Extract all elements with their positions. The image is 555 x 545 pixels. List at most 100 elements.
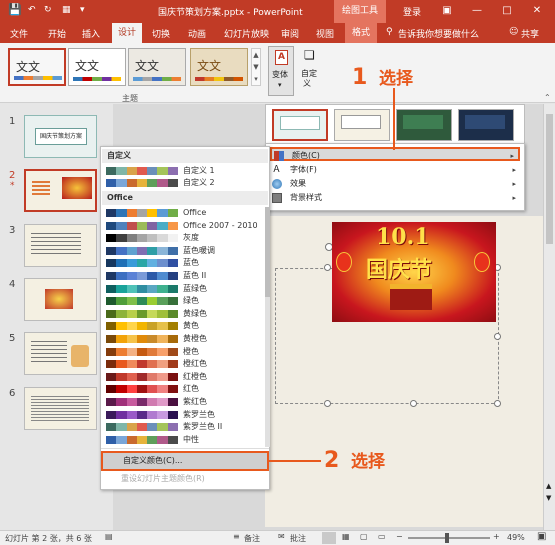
slide-thumbnail-4[interactable]	[24, 278, 97, 321]
zoom-out-icon[interactable]: −	[396, 532, 403, 541]
tab-animations[interactable]: 动画	[188, 27, 206, 40]
customize-colors-button[interactable]: 自定义颜色(C)...	[101, 451, 269, 471]
tab-format[interactable]: 格式	[345, 23, 377, 43]
slideshow-icon[interactable]: ▭	[378, 532, 386, 541]
tab-file[interactable]: 文件	[10, 27, 28, 40]
color-scheme-office-7[interactable]: 蓝绿色	[106, 283, 266, 295]
save-icon[interactable]: 💾	[8, 3, 22, 16]
tab-insert[interactable]: 插入	[82, 27, 100, 40]
color-scheme-office-3[interactable]: 灰度	[106, 232, 266, 244]
variant-button[interactable]: A 变体 ▾	[268, 46, 294, 96]
reading-view-icon[interactable]: ▢	[360, 532, 368, 541]
color-scheme-office-19[interactable]: 中性	[106, 434, 266, 446]
color-scheme-office-15[interactable]: 红色	[106, 383, 266, 395]
color-scheme-custom-1[interactable]: 自定义 1	[106, 165, 266, 177]
variant-thumbnail-4[interactable]	[458, 109, 514, 141]
quick-access-icon[interactable]: ▦	[62, 5, 71, 15]
theme-thumbnail-4[interactable]: 文文	[190, 48, 248, 86]
color-scheme-office-14[interactable]: 红橙色	[106, 371, 266, 383]
zoom-level[interactable]: 49%	[507, 533, 525, 542]
spellcheck-icon[interactable]: ▤	[105, 532, 113, 541]
palette-icon	[274, 151, 284, 161]
tab-slideshow[interactable]: 幻灯片放映	[224, 27, 269, 40]
variant-thumbnail-1[interactable]	[272, 109, 328, 141]
zoom-slider-thumb[interactable]	[445, 533, 449, 543]
tab-view[interactable]: 视图	[316, 27, 334, 40]
resize-handle[interactable]	[410, 400, 417, 407]
tab-design[interactable]: 设计	[112, 23, 142, 43]
comments-icon[interactable]: ✉	[278, 532, 285, 541]
tell-me-icon[interactable]: ⚲	[386, 27, 393, 37]
theme-thumbnail-3[interactable]: 文文	[128, 48, 186, 86]
notes-button[interactable]: 备注	[244, 533, 260, 544]
resize-handle[interactable]	[494, 400, 501, 407]
redo-icon[interactable]: ↻	[44, 5, 52, 15]
theme-thumbnail-2[interactable]: 文文	[68, 48, 126, 86]
color-scheme-office-18[interactable]: 紫罗兰色 II	[106, 421, 266, 433]
color-scheme-office-11[interactable]: 黄橙色	[106, 333, 266, 345]
colors-dropdown: 自定义 自定义 1 自定义 2 Office Office Office 2007 …	[100, 146, 270, 490]
maximize-icon[interactable]: □	[500, 4, 514, 18]
tab-home[interactable]: 开始	[48, 27, 66, 40]
minimize-icon[interactable]: —	[470, 4, 484, 18]
slide-thumbnail-6[interactable]	[24, 387, 97, 430]
slide-sorter-icon[interactable]: ▦	[342, 532, 350, 541]
comments-button[interactable]: 批注	[290, 533, 306, 544]
close-icon[interactable]: ✕	[530, 4, 544, 18]
color-scheme-office-13[interactable]: 橙红色	[106, 358, 266, 370]
scroll-down-icon[interactable]: ▼	[546, 494, 551, 502]
color-scheme-office-9[interactable]: 黄绿色	[106, 308, 266, 320]
theme-thumbnail-1[interactable]: 文文	[8, 48, 66, 86]
color-scheme-office-6[interactable]: 蓝色 II	[106, 270, 266, 282]
slide-thumbnail-5[interactable]	[24, 332, 97, 375]
tab-transitions[interactable]: 切换	[152, 27, 170, 40]
share-button[interactable]: 共享	[521, 27, 539, 40]
slide-thumbnail-2[interactable]	[24, 169, 97, 212]
chevron-down-icon: ▾	[278, 81, 282, 89]
customize-button[interactable]: ❏ 自定 义	[297, 46, 323, 96]
reset-theme-colors-button[interactable]: 重设幻灯片主题颜色(R)	[101, 472, 269, 486]
zoom-in-icon[interactable]: +	[493, 532, 500, 541]
color-scheme-office-17[interactable]: 紫罗兰色	[106, 409, 266, 421]
slide-thumbnail-1[interactable]: 国庆节策划方案	[24, 115, 97, 158]
collapse-ribbon-icon[interactable]: ⌃	[544, 93, 551, 102]
scrollbar-thumb[interactable]	[546, 114, 553, 244]
tell-me-input[interactable]: 告诉我你想要做什么	[398, 27, 479, 40]
color-scheme-office-1[interactable]: Office	[106, 207, 266, 219]
fit-to-window-icon[interactable]: ▣	[537, 531, 546, 542]
zoom-slider[interactable]	[408, 533, 490, 543]
vertical-scrollbar[interactable]: ▲ ▼	[543, 104, 555, 530]
color-scheme-office-12[interactable]: 橙色	[106, 346, 266, 358]
dropdown-scroll-thumb[interactable]	[265, 207, 270, 297]
share-icon[interactable]: ☺	[509, 27, 518, 37]
notes-icon[interactable]: ≡	[233, 532, 240, 541]
slide-thumbnail-3[interactable]	[24, 224, 97, 267]
login-link[interactable]: 登录	[403, 5, 421, 18]
color-scheme-office-8[interactable]: 绿色	[106, 295, 266, 307]
normal-view-icon[interactable]	[322, 532, 336, 544]
effects-menu-item[interactable]: 效果 ▸	[270, 177, 520, 191]
variant-thumbnail-2[interactable]	[334, 109, 390, 141]
color-scheme-office-2[interactable]: Office 2007 - 2010	[106, 220, 266, 232]
resize-handle[interactable]	[324, 400, 331, 407]
resize-handle[interactable]	[494, 333, 501, 340]
colors-menu-item[interactable]: 颜色(C) ▸	[270, 147, 520, 161]
resize-handle[interactable]	[324, 264, 331, 271]
color-scheme-office-5[interactable]: 蓝色	[106, 257, 266, 269]
scroll-up-icon[interactable]: ▲	[546, 482, 551, 490]
background-styles-menu-item[interactable]: 背景样式 ▸	[270, 191, 520, 205]
tab-review[interactable]: 审阅	[281, 27, 299, 40]
color-scheme-label: 橙色	[183, 346, 199, 356]
color-scheme-custom-2[interactable]: 自定义 2	[106, 177, 266, 189]
color-scheme-office-16[interactable]: 紫红色	[106, 396, 266, 408]
dropdown-scrollbar[interactable]	[265, 207, 270, 447]
color-scheme-office-4[interactable]: 蓝色暖调	[106, 245, 266, 257]
theme-gallery-scroll[interactable]: ▲ ▼ ▾	[251, 48, 261, 86]
national-day-banner[interactable]: 10.1 国庆节	[332, 222, 496, 322]
fonts-menu-item[interactable]: Ａ 字体(F) ▸	[270, 163, 520, 177]
variant-thumbnail-3[interactable]	[396, 109, 452, 141]
color-scheme-office-10[interactable]: 黄色	[106, 320, 266, 332]
ribbon-options-icon[interactable]: ▣	[440, 4, 454, 18]
undo-icon[interactable]: ↶	[28, 5, 36, 15]
customize-qat-icon[interactable]: ▾	[80, 5, 85, 15]
